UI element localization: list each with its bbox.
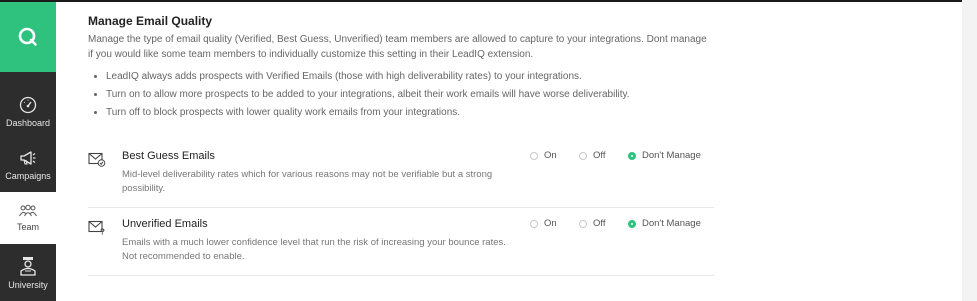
radio-on[interactable]: On: [530, 218, 557, 229]
sidebar-item-team[interactable]: Team: [0, 192, 56, 244]
sidebar-item-campaigns[interactable]: Campaigns: [0, 139, 56, 191]
radio-circle[interactable]: [530, 151, 538, 160]
radio-dont-manage[interactable]: Don't Manage: [628, 218, 701, 229]
radio-circle[interactable]: [530, 219, 538, 228]
radio-label: Off: [593, 150, 606, 161]
bullet-item: Turn on to allow more prospects to be ad…: [106, 86, 716, 104]
section-title: Manage Email Quality: [88, 14, 213, 28]
sidebar-item-label: Team: [16, 222, 39, 232]
radio-circle[interactable]: [579, 151, 587, 160]
section-description: Manage the type of email quality (Verifi…: [88, 34, 707, 60]
bullet-item: LeadIQ always adds prospects with Verifi…: [106, 68, 716, 86]
email-question-icon: ?: [88, 220, 105, 236]
radio-label: On: [544, 150, 557, 161]
megaphone-icon: [20, 151, 36, 165]
leadiq-logo[interactable]: [0, 2, 56, 72]
radio-circle-selected[interactable]: [628, 151, 636, 160]
radio-label: Off: [593, 218, 606, 229]
radio-label: Don't Manage: [642, 150, 701, 161]
setting-name: Best Guess Emails: [122, 150, 215, 162]
info-bullets: LeadIQ always adds prospects with Verifi…: [88, 68, 716, 122]
email-check-icon: [88, 152, 106, 167]
radio-circle-selected[interactable]: [628, 219, 636, 228]
team-icon: [19, 204, 37, 217]
logo-q-icon: [18, 27, 37, 46]
setting-description: Mid-level deliverability rates which for…: [122, 169, 493, 194]
top-border: [0, 0, 977, 2]
sidebar: Dashboard Campaigns Team University: [0, 2, 56, 301]
scroll-gutter: [962, 0, 977, 301]
sidebar-item-label: University: [8, 280, 48, 290]
radio-dont-manage[interactable]: Don't Manage: [628, 150, 701, 161]
setting-name: Unverified Emails: [122, 218, 208, 230]
bullet-item: Turn off to block prospects with lower q…: [106, 104, 716, 122]
svg-text:?: ?: [100, 228, 105, 236]
setting-description: Emails with a much lower confidence leve…: [122, 237, 506, 262]
dashboard-icon: [19, 96, 37, 114]
radio-label: Don't Manage: [642, 218, 701, 229]
sidebar-item-label: Campaigns: [5, 171, 51, 181]
university-icon: [20, 257, 36, 276]
radio-off[interactable]: Off: [579, 150, 606, 161]
sidebar-item-label: Dashboard: [5, 118, 51, 128]
sidebar-item-university[interactable]: University: [0, 245, 56, 301]
radio-circle[interactable]: [579, 219, 587, 228]
radio-label: On: [544, 218, 557, 229]
sidebar-item-dashboard[interactable]: Dashboard: [0, 86, 56, 138]
radio-on[interactable]: On: [530, 150, 557, 161]
divider: [88, 275, 714, 276]
divider: [88, 207, 714, 208]
radio-off[interactable]: Off: [579, 218, 606, 229]
